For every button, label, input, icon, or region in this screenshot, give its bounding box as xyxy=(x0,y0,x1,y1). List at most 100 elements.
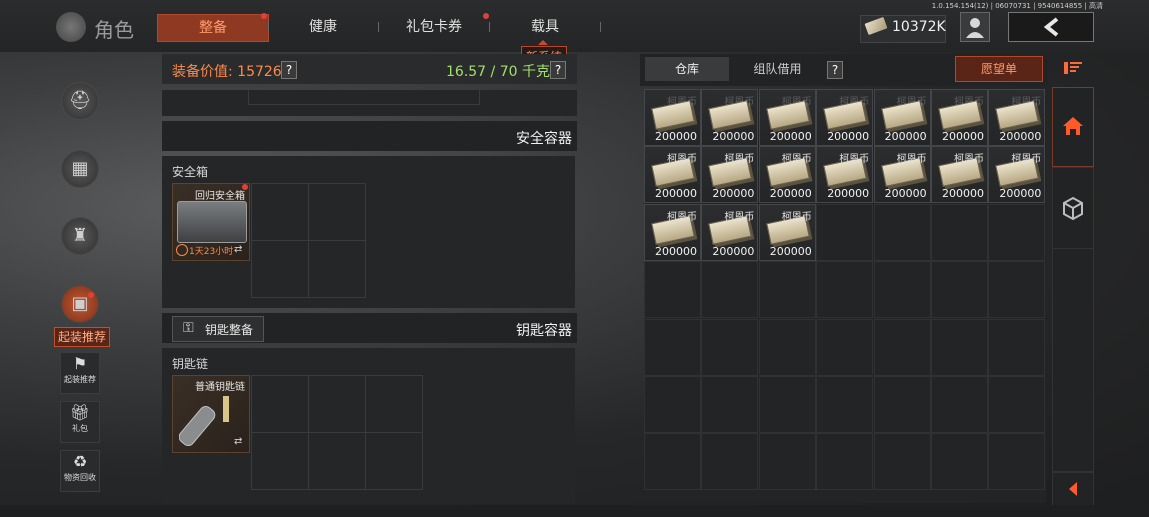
stash-help-button[interactable]: ? xyxy=(827,61,843,79)
stash-item-quantity: 200000 xyxy=(712,130,755,143)
stash-item-quantity: 200000 xyxy=(655,130,697,143)
stash-slot[interactable] xyxy=(988,433,1046,491)
wishlist-button[interactable]: 愿望单 xyxy=(955,56,1043,82)
tab-warehouse[interactable]: 仓库 xyxy=(645,57,729,81)
stash-slot[interactable] xyxy=(701,433,759,491)
tab-vehicle[interactable]: 载具 xyxy=(490,14,600,40)
stash-item-name: 柯恩币 xyxy=(781,97,812,108)
grid-slot[interactable] xyxy=(365,375,423,433)
stash-item[interactable]: 柯恩币 200000 xyxy=(758,89,816,146)
stash-item[interactable]: 柯恩币 200000 xyxy=(644,146,701,204)
grid-slot[interactable] xyxy=(308,432,366,490)
stash-slot[interactable] xyxy=(816,261,874,319)
stash-item[interactable]: 柯恩币 200000 xyxy=(644,89,701,146)
stash-slot[interactable] xyxy=(758,433,816,491)
character-emblem-icon xyxy=(56,12,86,42)
recycle-button-label: 物资回收 xyxy=(64,473,96,482)
recommend-button[interactable]: ⚑ 起装推荐 xyxy=(60,352,100,394)
stash-slot[interactable] xyxy=(931,261,988,319)
stash-item-quantity: 200000 xyxy=(769,244,812,258)
stash-slot[interactable] xyxy=(873,261,931,319)
swap-icon[interactable]: ⇄ xyxy=(234,436,242,447)
stash-slot[interactable] xyxy=(758,261,816,319)
stash-slot[interactable] xyxy=(816,433,874,491)
stash-slot[interactable] xyxy=(873,318,931,376)
stash-slot[interactable] xyxy=(758,318,816,376)
tab-team-borrow[interactable]: 组队借用 xyxy=(730,57,825,81)
stash-item-quantity: 200000 xyxy=(884,187,927,201)
stash-item[interactable]: 柯恩币 200000 xyxy=(816,146,874,204)
loadout-icon[interactable]: ▣ xyxy=(61,285,99,323)
grid-slot[interactable] xyxy=(251,432,309,490)
key-equip-button[interactable]: ⚿ 钥匙整备 xyxy=(172,316,264,342)
sort-button[interactable] xyxy=(1052,54,1092,82)
grid-slot[interactable] xyxy=(365,432,423,490)
stash-slot[interactable] xyxy=(701,376,759,433)
grid-slot[interactable] xyxy=(308,240,366,298)
back-button[interactable] xyxy=(1008,12,1094,42)
stash-slot[interactable] xyxy=(701,261,759,319)
stash-slot[interactable] xyxy=(988,376,1046,433)
box-nav-button[interactable] xyxy=(1052,167,1094,249)
grid-slot[interactable] xyxy=(251,183,309,241)
stash-slot[interactable] xyxy=(873,376,931,433)
stash-slot[interactable] xyxy=(758,376,816,433)
stash-slot[interactable] xyxy=(644,376,701,433)
stash-item[interactable]: 柯恩币 200000 xyxy=(988,89,1046,146)
stash-slot[interactable] xyxy=(873,433,931,491)
recommend-icon: ⚑ xyxy=(72,354,88,373)
tab-equip[interactable]: 整备 xyxy=(157,14,269,42)
stash-slot[interactable] xyxy=(931,318,988,376)
stash-slot[interactable] xyxy=(816,203,874,261)
stash-slot[interactable] xyxy=(816,318,874,376)
stash-item[interactable]: 柯恩币 200000 xyxy=(816,89,874,146)
stash-item[interactable]: 柯恩币 200000 xyxy=(701,146,759,204)
currency-value: 10372K xyxy=(892,19,946,35)
stash-slot[interactable] xyxy=(873,203,931,261)
stash-slot[interactable] xyxy=(931,433,988,491)
stash-slot[interactable] xyxy=(644,318,701,376)
stash-slot[interactable] xyxy=(644,433,701,491)
stash-item[interactable]: 柯恩币 200000 xyxy=(873,146,931,204)
stash-item[interactable]: 柯恩币 200000 xyxy=(988,146,1046,204)
recycle-button[interactable]: ♻ 物资回收 xyxy=(60,450,100,492)
stash-item[interactable]: 柯恩币 200000 xyxy=(701,89,759,146)
grid-slot[interactable] xyxy=(251,240,309,298)
stash-item[interactable]: 柯恩币 200000 xyxy=(873,89,931,146)
tab-gift-coupons[interactable]: 礼包卡券 xyxy=(379,14,489,40)
swap-icon[interactable]: ⇄ xyxy=(234,244,242,255)
grid-slot[interactable] xyxy=(308,183,366,241)
stash-item-name: 柯恩币 xyxy=(667,97,697,108)
stash-slot[interactable] xyxy=(931,203,988,261)
arrow-left-icon xyxy=(1069,482,1077,496)
stash-slot[interactable] xyxy=(988,203,1046,261)
stash-slot[interactable] xyxy=(701,318,759,376)
stash-slot[interactable] xyxy=(988,261,1046,319)
collapse-button[interactable] xyxy=(1052,472,1094,506)
stash-item-name: 柯恩币 xyxy=(954,154,984,166)
stash-item[interactable]: 柯恩币 200000 xyxy=(758,203,816,261)
recommend-label[interactable]: 起装推荐 xyxy=(54,327,110,347)
help-button[interactable]: ? xyxy=(281,61,297,79)
gift-button[interactable]: 🎁︎ 礼包 xyxy=(60,401,100,443)
stash-slot[interactable] xyxy=(931,376,988,433)
stash-item[interactable]: 柯恩币 200000 xyxy=(931,89,988,146)
stash-item[interactable]: 柯恩币 200000 xyxy=(701,203,759,261)
weight-help-button[interactable]: ? xyxy=(550,61,566,79)
armor-icon[interactable]: ▦ xyxy=(61,150,99,188)
stash-slot[interactable] xyxy=(816,376,874,433)
stash-slot[interactable] xyxy=(644,261,701,319)
stash-item-quantity: 200000 xyxy=(655,244,697,258)
tab-health[interactable]: 健康 xyxy=(268,14,378,40)
stash-item[interactable]: 柯恩币 200000 xyxy=(931,146,988,204)
stash-item[interactable]: 柯恩币 200000 xyxy=(758,146,816,204)
backpack-icon[interactable]: ♜ xyxy=(61,217,99,255)
back-arrow-icon xyxy=(1043,17,1059,37)
avatar[interactable] xyxy=(960,12,990,42)
helmet-icon[interactable]: ⛑ xyxy=(61,82,99,120)
stash-item[interactable]: 柯恩币 200000 xyxy=(644,203,701,261)
stash-slot[interactable] xyxy=(988,318,1046,376)
grid-slot[interactable] xyxy=(308,375,366,433)
grid-slot[interactable] xyxy=(251,375,309,433)
home-nav-button[interactable] xyxy=(1052,87,1094,167)
